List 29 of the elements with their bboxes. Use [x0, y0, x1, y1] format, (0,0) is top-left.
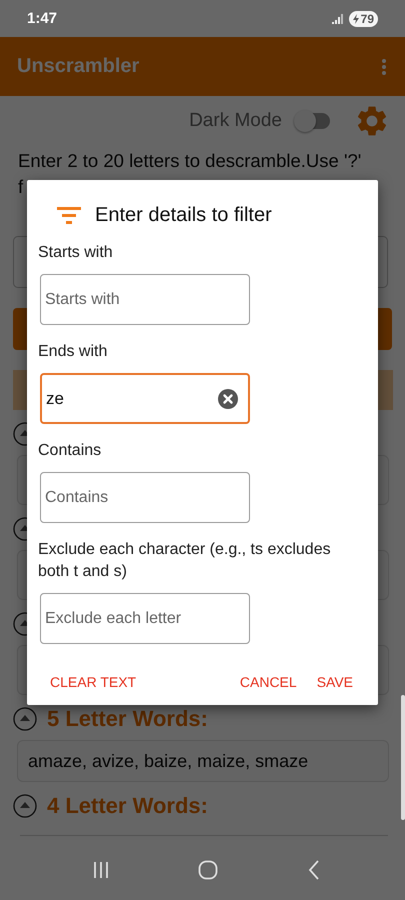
back-icon[interactable] [308, 860, 320, 880]
dialog-button[interactable]: CLEAR TEXT [42, 668, 144, 696]
signal-icon [332, 14, 344, 24]
field-label: Starts with [38, 243, 114, 263]
filter-icon [57, 206, 81, 224]
app-title: Unscrambler [17, 55, 140, 78]
section-heading: 5 Letter Words: [47, 706, 208, 732]
battery-level: 79 [348, 10, 378, 26]
field-label: Contains [38, 441, 102, 461]
charging-icon [352, 14, 359, 24]
clear-icon[interactable] [218, 388, 238, 408]
words-box: amaze, avize, baize, maize, smaze [17, 740, 389, 782]
field-label: Exclude each character (e.g., ts excludes both t and s) [38, 540, 332, 582]
input-field[interactable]: Exclude each letter [40, 593, 250, 644]
input-field[interactable]: Starts with [40, 274, 250, 325]
home-icon[interactable] [198, 860, 218, 880]
dialog-title: Enter details to filter [95, 204, 272, 226]
instruction-text: f [18, 175, 24, 199]
dark-mode-toggle[interactable] [296, 113, 330, 129]
input-field[interactable]: ze [40, 373, 250, 424]
recent-apps-icon[interactable] [92, 861, 109, 879]
status-time: 1:47 [27, 10, 58, 27]
dialog-button[interactable]: SAVE [308, 668, 361, 696]
instruction-text: Enter 2 to 20 letters to descramble.Use '?' [18, 149, 362, 173]
dialog-button[interactable]: CANCEL [232, 668, 305, 696]
section-heading: 4 Letter Words: [47, 793, 208, 819]
dark-mode-label: Dark Mode [189, 110, 282, 132]
input-field[interactable]: Contains [40, 472, 250, 523]
field-label: Ends with [38, 342, 108, 362]
